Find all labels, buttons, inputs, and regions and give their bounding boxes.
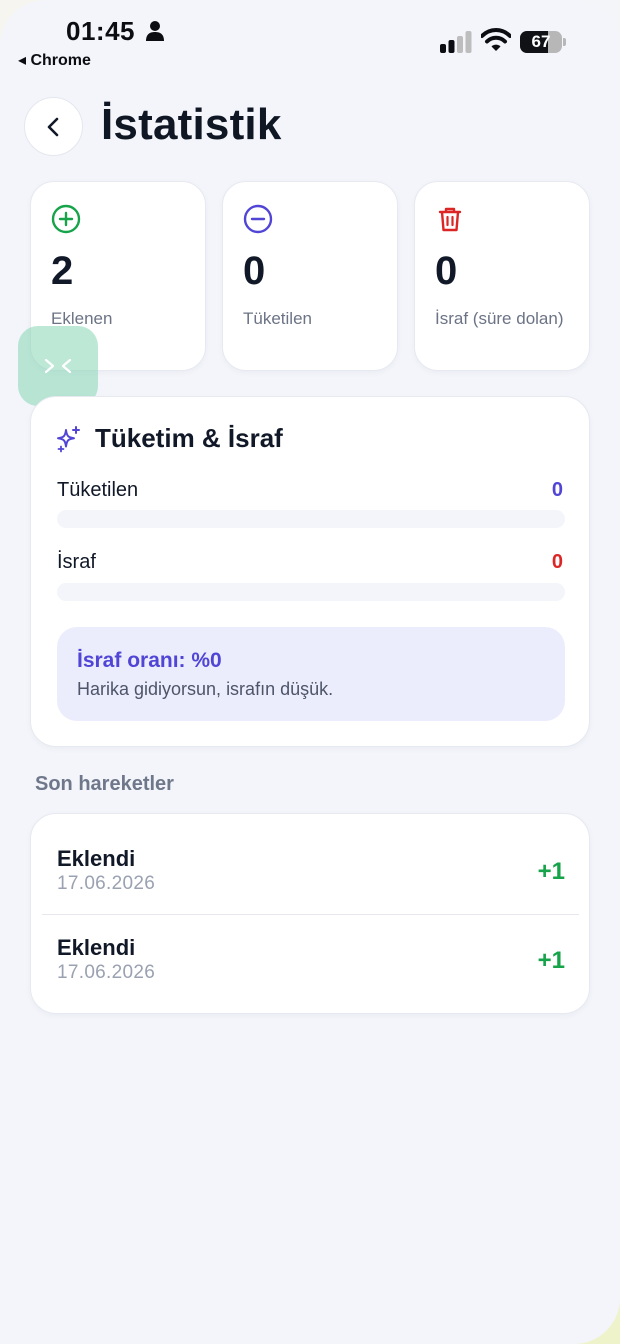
waste-ratio-title: İsraf oranı: %0 [77,649,222,672]
activity-title: Eklendi [57,846,136,871]
page-title: İstatistik [101,100,282,149]
section-title: Tüketim & İsraf [95,423,283,453]
battery-indicator: 67 [520,31,566,53]
activity-title: Eklendi [57,935,136,960]
consumed-progress-bar [57,510,565,528]
status-time: 01:45 [66,16,135,46]
stat-card-waste: 0 İsraf (süre dolan) [414,181,590,371]
plus-circle-icon [51,204,81,234]
stat-label: Tüketilen [243,309,312,328]
screen: 01:45 ◂ Chrome 67 İstatistik 2 Eklenen 0… [0,0,620,1344]
activity-date: 17.06.2026 [57,962,156,983]
activity-quantity: +1 [537,858,565,885]
floating-collapse-button[interactable] [18,326,98,406]
trash-icon [438,207,462,232]
list-item[interactable]: Eklendi 17.06.2026 +1 [31,814,591,904]
wifi-icon [481,28,511,51]
minus-circle-icon [243,204,273,234]
waste-ratio-box: İsraf oranı: %0 Harika gidiyorsun, israf… [57,627,565,721]
consumption-waste-card: Tüketim & İsraf Tüketilen 0 İsraf 0 İsra… [30,396,590,747]
chevron-left-icon [47,117,58,136]
cellular-signal-icon [440,31,472,53]
battery-percent: 67 [531,32,551,51]
battery-tip [563,38,566,46]
collapse-arrows-icon [44,358,72,374]
waste-value: 0 [551,551,563,573]
person-icon [146,21,164,41]
stat-value: 2 [51,249,74,293]
waste-label: İsraf [57,551,96,573]
stat-label: İsraf (süre dolan) [435,309,564,328]
consumed-label: Tüketilen [57,479,139,501]
activity-date: 17.06.2026 [57,873,156,894]
stat-card-consumed: 0 Tüketilen [222,181,398,371]
activity-quantity: +1 [537,947,565,974]
consumed-value: 0 [551,479,563,501]
waste-ratio-subtitle: Harika gidiyorsun, israfın düşük. [77,679,334,699]
recent-activity-list: Eklendi 17.06.2026 +1 Eklendi 17.06.2026… [30,813,590,1014]
sparkle-icon [57,426,80,453]
stat-value: 0 [243,249,266,293]
waste-progress-bar [57,583,565,601]
list-item[interactable]: Eklendi 17.06.2026 +1 [31,903,591,993]
back-to-app-link[interactable]: ◂ Chrome [18,50,91,70]
recent-activity-heading: Son hareketler [35,773,174,795]
battery-body: 67 [520,31,562,53]
back-button[interactable] [24,97,83,156]
stat-value: 0 [435,249,458,293]
